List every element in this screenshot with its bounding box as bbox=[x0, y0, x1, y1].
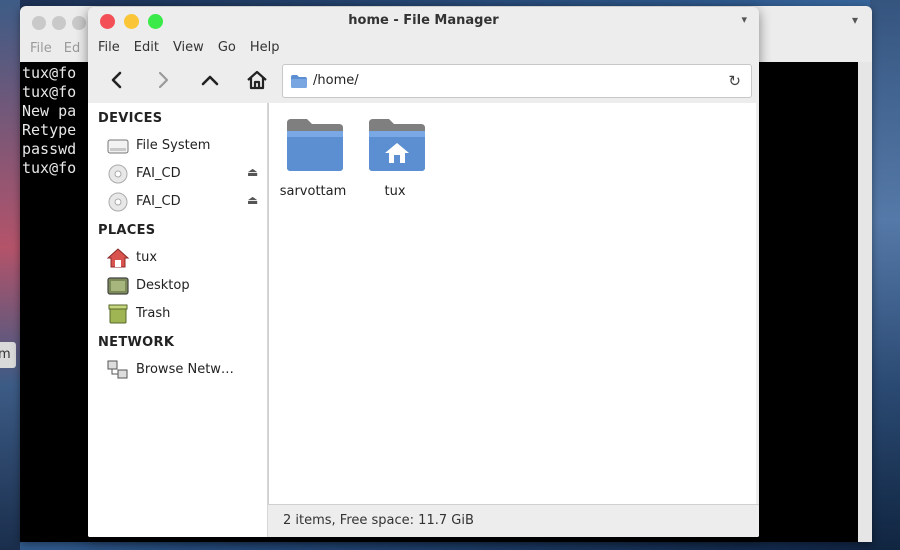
folder-icon bbox=[287, 119, 343, 171]
menu-file[interactable]: File bbox=[98, 40, 120, 55]
file-name: tux bbox=[384, 184, 406, 199]
sidebar-item-label: Trash bbox=[136, 306, 171, 321]
toolbar: /home/ ↻ bbox=[88, 59, 759, 101]
menu-go[interactable]: Go bbox=[218, 40, 236, 55]
file-manager-titlebar[interactable]: home - File Manager ▾ bbox=[88, 7, 759, 35]
cd-icon bbox=[108, 192, 128, 212]
menu-help[interactable]: Help bbox=[250, 40, 280, 55]
back-button[interactable] bbox=[102, 65, 132, 95]
sidebar: DEVICES File System FAI_CD ⏏ FAI_CD ⏏ PL… bbox=[88, 103, 268, 537]
forward-button[interactable] bbox=[148, 65, 178, 95]
terminal-menu-file[interactable]: File bbox=[30, 38, 52, 62]
network-icon bbox=[107, 360, 128, 379]
terminal-menu-edit[interactable]: Ed bbox=[64, 38, 80, 62]
terminal-close-button[interactable] bbox=[32, 16, 46, 30]
location-bar[interactable]: /home/ ↻ bbox=[282, 64, 752, 98]
eject-icon[interactable]: ⏏ bbox=[247, 193, 258, 207]
window-title: home - File Manager bbox=[348, 13, 499, 28]
up-button[interactable] bbox=[195, 65, 225, 95]
trash-icon bbox=[108, 304, 128, 324]
terminal-minimize-button[interactable] bbox=[52, 16, 66, 30]
file-manager-body: DEVICES File System FAI_CD ⏏ FAI_CD ⏏ PL… bbox=[88, 103, 759, 537]
sidebar-item-desktop[interactable]: Desktop bbox=[88, 273, 267, 299]
sidebar-item-label: Desktop bbox=[136, 278, 190, 293]
file-name: sarvottam bbox=[279, 184, 347, 199]
statusbar: 2 items, Free space: 11.7 GiB bbox=[268, 504, 759, 537]
sidebar-item-label: FAI_CD bbox=[136, 166, 181, 181]
sidebar-item-file-system[interactable]: File System bbox=[88, 133, 267, 159]
terminal-scrollbar[interactable] bbox=[858, 62, 872, 542]
file-manager-window[interactable]: home - File Manager ▾ File Edit View Go … bbox=[88, 7, 759, 537]
file-item-sarvottam[interactable]: sarvottam bbox=[273, 117, 353, 207]
sidebar-item-label: tux bbox=[136, 250, 158, 265]
desktop-wallpaper-left bbox=[0, 0, 20, 550]
cd-icon bbox=[108, 164, 128, 184]
menubar: File Edit View Go Help bbox=[88, 35, 759, 59]
reload-icon[interactable]: ↻ bbox=[728, 72, 741, 90]
location-path: /home/ bbox=[313, 73, 359, 88]
status-text: 2 items, Free space: 11.7 GiB bbox=[283, 513, 474, 528]
desktop-tooltip: m bbox=[0, 342, 16, 368]
sidebar-heading-network: NETWORK bbox=[98, 335, 175, 350]
desktop-wallpaper-right bbox=[870, 0, 900, 550]
sidebar-item-trash[interactable]: Trash bbox=[88, 301, 267, 327]
menu-edit[interactable]: Edit bbox=[134, 40, 159, 55]
chevron-up-icon bbox=[201, 75, 219, 86]
sidebar-item-label: File System bbox=[136, 138, 211, 153]
sidebar-heading-devices: DEVICES bbox=[98, 111, 163, 126]
chevron-left-icon bbox=[111, 71, 122, 89]
home-button[interactable] bbox=[242, 65, 272, 95]
folder-icon bbox=[291, 75, 307, 88]
chevron-down-icon[interactable]: ▾ bbox=[741, 13, 747, 26]
drive-icon bbox=[107, 139, 129, 154]
home-icon bbox=[107, 248, 129, 268]
sidebar-item-label: Browse Netw… bbox=[136, 362, 234, 377]
file-item-tux[interactable]: tux bbox=[355, 117, 435, 207]
chevron-down-icon[interactable]: ▾ bbox=[852, 13, 858, 27]
home-folder-icon bbox=[369, 119, 425, 171]
sidebar-item-tux[interactable]: tux bbox=[88, 245, 267, 271]
sidebar-item-fai-cd[interactable]: FAI_CD ⏏ bbox=[88, 189, 267, 215]
chevron-right-icon bbox=[158, 71, 169, 89]
file-view[interactable]: sarvottam tux bbox=[268, 103, 756, 504]
sidebar-heading-places: PLACES bbox=[98, 223, 156, 238]
menu-view[interactable]: View bbox=[173, 40, 204, 55]
sidebar-item-browse-network[interactable]: Browse Netw… bbox=[88, 357, 267, 383]
sidebar-item-fai-cd[interactable]: FAI_CD ⏏ bbox=[88, 161, 267, 187]
eject-icon[interactable]: ⏏ bbox=[247, 165, 258, 179]
terminal-window-controls bbox=[32, 16, 86, 30]
sidebar-item-label: FAI_CD bbox=[136, 194, 181, 209]
terminal-maximize-button[interactable] bbox=[72, 16, 86, 30]
desktop-icon bbox=[107, 277, 129, 295]
home-icon bbox=[247, 70, 267, 90]
